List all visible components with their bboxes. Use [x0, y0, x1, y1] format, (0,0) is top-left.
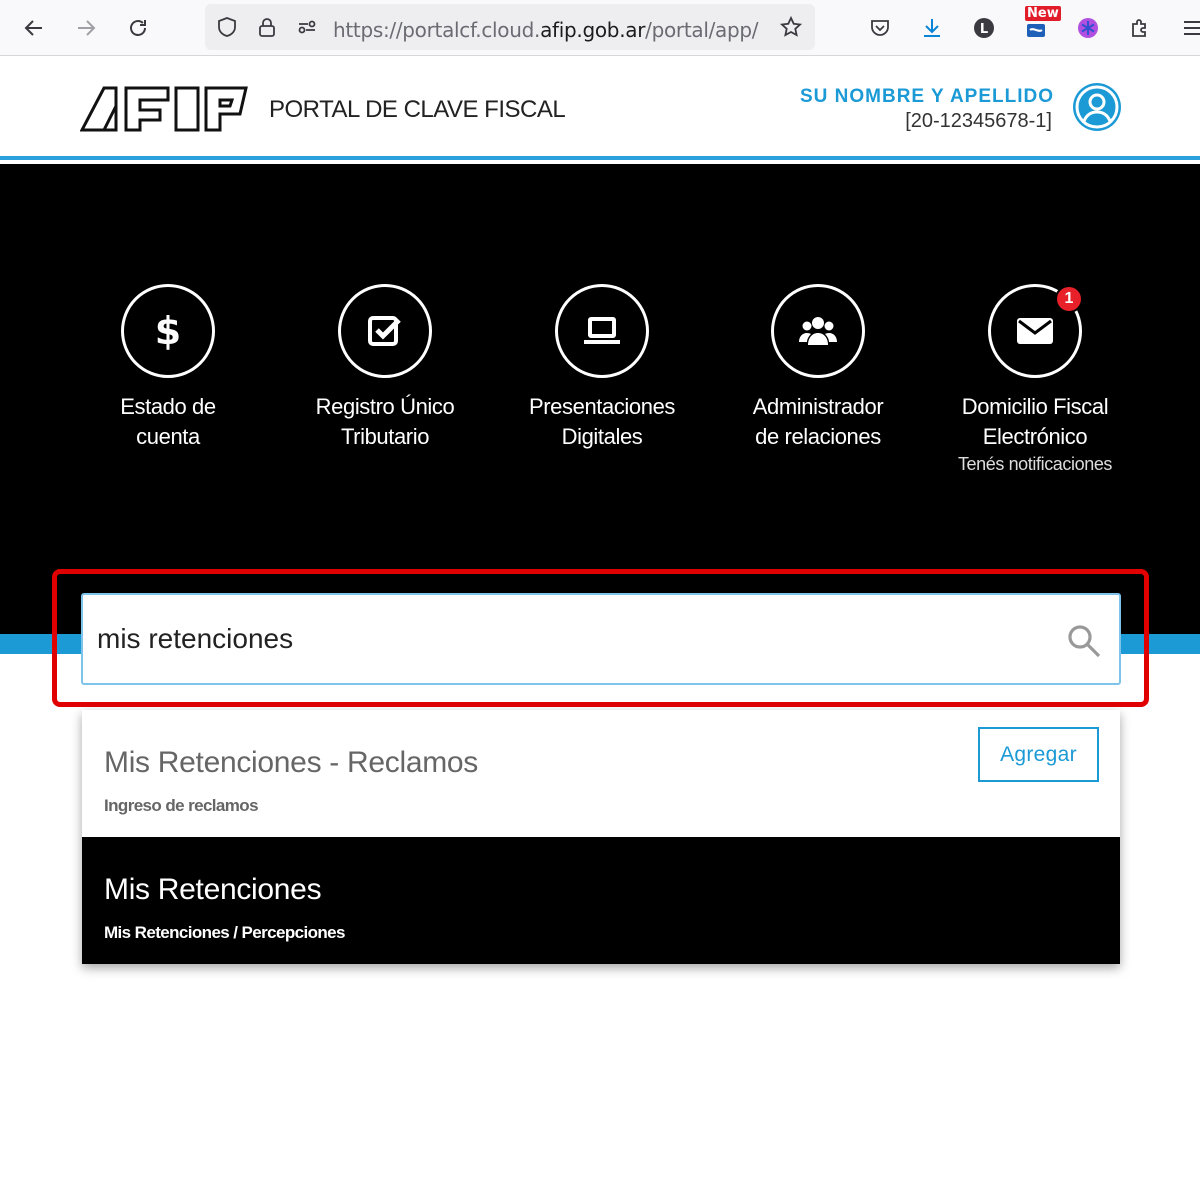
user-cuit: [20-12345678-1] [905, 110, 1052, 132]
url-bar[interactable]: https://portalcf.cloud.afip.gob.ar/porta… [205, 4, 815, 50]
service-label-line2: Tributario [340, 424, 430, 449]
result-subtitle: Ingreso de reclamos [104, 796, 259, 815]
extension-snowflake-icon[interactable] [1072, 12, 1104, 44]
forward-icon[interactable] [70, 12, 102, 44]
notification-badge: 1 [1055, 285, 1083, 313]
user-avatar-icon[interactable] [1073, 83, 1121, 131]
pocket-icon[interactable] [864, 12, 896, 44]
service-label-line2: Digitales [561, 424, 643, 449]
service-administrador-de-relaciones[interactable]: Administrador de relaciones [710, 284, 926, 452]
users-icon [771, 284, 865, 378]
checkbox-icon [338, 284, 432, 378]
service-label-line2: de relaciones [755, 424, 881, 449]
list-item[interactable] [80, 1178, 1122, 1200]
service-label-line1: Administrador [752, 394, 884, 419]
service-label-line1: Estado de [120, 394, 216, 419]
notifications-text: Tenés notificaciones [957, 454, 1113, 474]
service-registro-unico-tributario[interactable]: Registro Único Tributario [277, 284, 493, 452]
user-name[interactable]: SU NOMBRE Y APELLIDO [800, 86, 1054, 108]
service-label-line2: cuenta [136, 424, 200, 449]
service-presentaciones-digitales[interactable]: Presentaciones Digitales [494, 284, 710, 452]
service-domicilio-fiscal-electronico[interactable]: 1 Domicilio Fiscal Electrónico Tenés noti… [927, 284, 1143, 476]
result-title: Mis Retenciones [104, 873, 322, 906]
service-estado-de-cuenta[interactable]: $ Estado de cuenta [60, 284, 276, 452]
laptop-icon [555, 284, 649, 378]
extensions-puzzle-icon[interactable] [1124, 12, 1156, 44]
svg-text:$: $ [155, 309, 181, 353]
list-item[interactable]: Sistema registral [80, 1022, 1122, 1094]
reload-icon[interactable] [122, 12, 154, 44]
result-item-selected[interactable]: Mis Retenciones Mis Retenciones / Percep… [82, 837, 1120, 964]
list-item[interactable]: Mis Retenciones [80, 1100, 1122, 1172]
svg-text:L: L [980, 22, 988, 37]
search-results-dropdown: Mis Retenciones - Reclamos Ingreso de re… [82, 710, 1120, 964]
result-item[interactable]: Mis Retenciones - Reclamos Ingreso de re… [82, 710, 1120, 837]
browser-toolbar: https://portalcf.cloud.afip.gob.ar/porta… [0, 0, 1200, 56]
service-label-line1: Registro Único [315, 394, 455, 419]
download-icon[interactable] [916, 12, 948, 44]
dollar-icon: $ [121, 284, 215, 378]
lock-icon[interactable] [251, 11, 283, 43]
menu-icon[interactable] [1176, 12, 1200, 44]
permissions-icon[interactable] [291, 11, 323, 43]
bookmark-star-icon[interactable] [775, 11, 807, 43]
portal-title: PORTAL DE CLAVE FISCAL [269, 96, 566, 123]
account-l-icon[interactable]: L [968, 12, 1000, 44]
add-button[interactable]: Agregar [978, 727, 1099, 782]
site-header: PORTAL DE CLAVE FISCAL SU NOMBRE Y APELL… [0, 56, 1200, 160]
result-title: Mis Retenciones - Reclamos [104, 746, 478, 779]
shield-icon[interactable] [211, 11, 243, 43]
result-subtitle: Mis Retenciones / Percepciones [104, 923, 345, 942]
back-icon[interactable] [18, 12, 50, 44]
service-label-line1: Domicilio Fiscal [961, 394, 1109, 419]
afip-logo[interactable] [79, 84, 250, 139]
extension-new-badge: New [1025, 6, 1061, 21]
service-label-line1: Presentaciones [528, 394, 676, 419]
service-label-line2: Electrónico [982, 424, 1088, 449]
services-panel: $ Estado de cuenta Registro Único Tributar… [0, 164, 1200, 634]
url-text: https://portalcf.cloud.afip.gob.ar/porta… [333, 18, 759, 42]
highlight-box [52, 569, 1149, 707]
envelope-icon: 1 [988, 284, 1083, 378]
